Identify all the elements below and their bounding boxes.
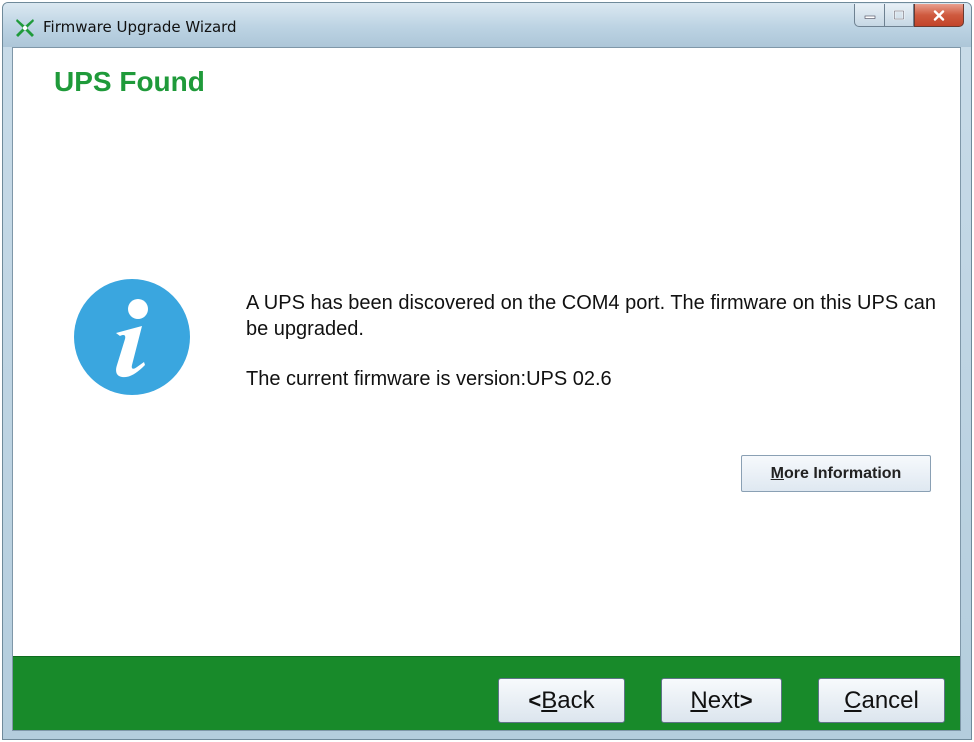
next-label: ext — [707, 686, 740, 714]
next-mnemonic: N — [690, 686, 708, 714]
minimize-button[interactable] — [854, 4, 884, 27]
info-icon — [74, 279, 190, 395]
back-button[interactable]: < Back — [498, 678, 625, 723]
wizard-content: UPS Found A UPS has been discovered on t… — [12, 47, 961, 731]
more-info-label: ore Information — [783, 464, 902, 482]
title-bar[interactable]: Firmware Upgrade Wizard — [3, 3, 971, 47]
more-info-mnemonic: M — [770, 464, 784, 482]
back-mnemonic: B — [541, 686, 558, 714]
wizard-window: Firmware Upgrade Wizard UPS Found A UPS … — [2, 2, 972, 740]
more-information-button[interactable]: More Information — [741, 455, 931, 492]
maximize-icon — [893, 10, 905, 20]
window-title: Firmware Upgrade Wizard — [43, 18, 237, 36]
cancel-mnemonic: C — [844, 686, 862, 714]
maximize-button[interactable] — [884, 4, 914, 27]
close-icon — [933, 9, 945, 21]
firmware-version-message: The current firmware is version:UPS 02.6 — [246, 368, 612, 390]
back-label: ack — [557, 686, 595, 714]
cancel-button[interactable]: Cancel — [818, 678, 945, 723]
back-arrow-icon: < — [528, 687, 542, 713]
minimize-icon — [864, 15, 875, 19]
cancel-label: ancel — [861, 686, 919, 714]
caption-buttons — [854, 4, 964, 28]
discovery-message: A UPS has been discovered on the COM4 po… — [246, 292, 936, 340]
close-button[interactable] — [914, 4, 964, 27]
page-title: UPS Found — [54, 66, 205, 97]
message-area: A UPS has been discovered on the COM4 po… — [246, 290, 936, 392]
next-button[interactable]: Next > — [661, 678, 782, 723]
app-icon — [16, 19, 34, 37]
wizard-footer: < Back Next > Cancel — [13, 656, 960, 730]
next-arrow-icon: > — [739, 687, 753, 713]
